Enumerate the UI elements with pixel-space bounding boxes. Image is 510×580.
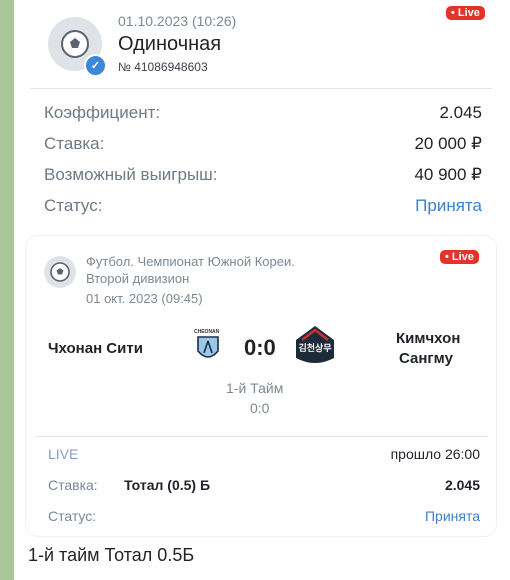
soccer-ball-icon <box>44 256 76 288</box>
bet-number: № 41086948603 <box>118 60 208 74</box>
stake-label: Ставка: <box>48 477 98 493</box>
status-label: Статус: <box>48 508 97 524</box>
away-team-name-line2: Сангму <box>399 350 453 367</box>
event-card[interactable]: • Live Футбол. Чемпионат Южной Кореи. Вт… <box>26 236 496 536</box>
event-datetime: 01 окт. 2023 (09:45) <box>86 291 203 306</box>
status-value: Принята <box>424 508 480 524</box>
league-line-1: Футбол. Чемпионат Южной Кореи. <box>86 254 295 269</box>
league-line-2: Второй дивизион <box>86 271 190 286</box>
event-divider <box>34 436 488 437</box>
home-team-logo: CHEONAN <box>194 329 220 363</box>
live-badge: • Live <box>446 6 485 20</box>
away-team-name-line1: Кимчхон <box>396 330 461 347</box>
row-label: Возможный выигрыш: <box>44 165 218 184</box>
home-team-name: Чхонан Сити <box>48 340 143 357</box>
bet-type: Одиночная <box>118 33 222 55</box>
bet-datetime: 01.10.2023 (10:26) <box>118 13 237 29</box>
caption-text: 1-й тайм Тотал 0.5Б <box>28 545 195 565</box>
away-team-logo: 김천상무 <box>292 324 338 368</box>
row-value: 2.045 <box>439 103 482 122</box>
row-value: Принята <box>415 196 482 215</box>
stake-value: Тотал (0.5) Б <box>124 477 211 493</box>
stake-coef: 2.045 <box>444 477 480 493</box>
header-divider <box>30 88 492 89</box>
period-score: 0:0 <box>250 400 270 416</box>
match-period: 1-й Тайм <box>226 380 284 396</box>
live-label: LIVE <box>48 446 79 462</box>
coef-row: Коэффициент: 2.045 <box>44 103 482 123</box>
row-label: Статус: <box>44 196 103 215</box>
away-logo-text: 김천상무 <box>298 343 332 353</box>
row-label: Коэффициент: <box>44 103 161 122</box>
row-value: 20 000 ₽ <box>414 134 482 153</box>
stake-row: Ставка: 20 000 ₽ <box>44 134 482 154</box>
status-row: Статус: Принята <box>44 196 482 216</box>
live-badge: • Live <box>440 250 479 264</box>
elapsed-time: прошло 26:00 <box>390 446 480 462</box>
verified-check-icon: ✓ <box>84 54 107 77</box>
match-score: 0:0 <box>244 335 276 360</box>
row-value: 40 900 ₽ <box>414 165 482 184</box>
row-label: Ставка: <box>44 134 105 153</box>
payout-row: Возможный выигрыш: 40 900 ₽ <box>44 165 482 185</box>
